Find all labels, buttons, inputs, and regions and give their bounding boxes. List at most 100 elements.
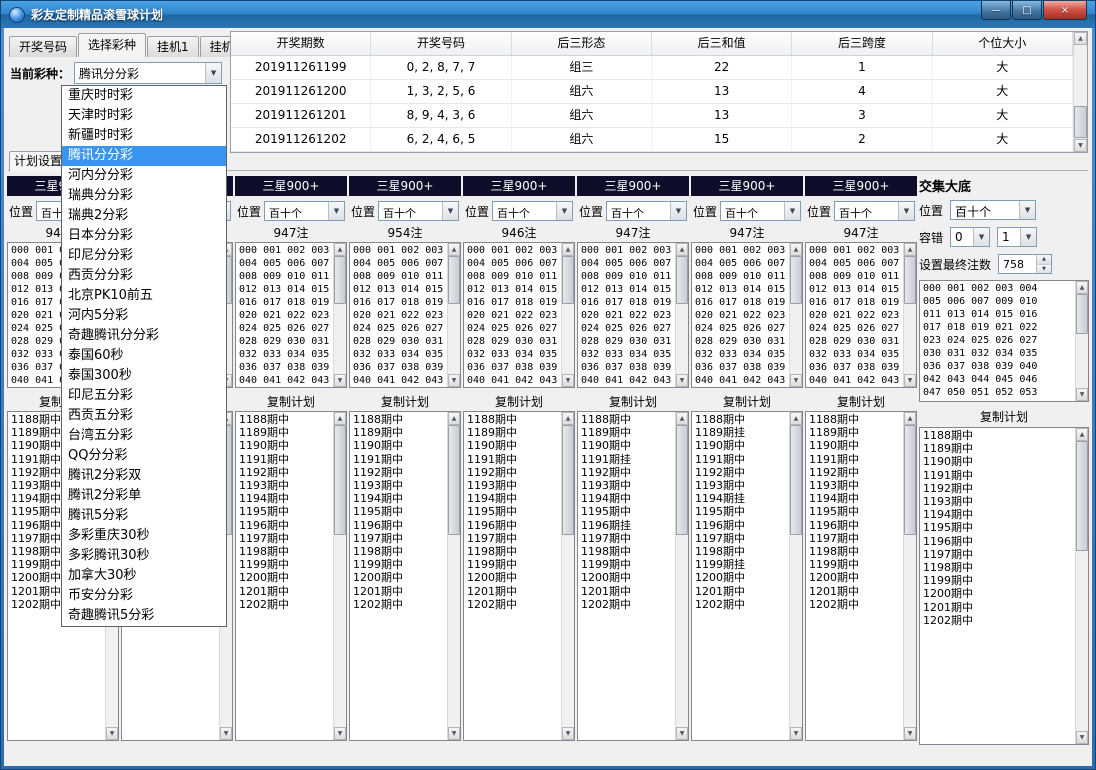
list-item[interactable]: 1202期中 — [923, 614, 1075, 627]
list-item[interactable]: 1189期挂 — [695, 426, 789, 439]
list-item[interactable]: 024 025 026 027 — [581, 322, 675, 335]
list-item[interactable]: 1194期中 — [467, 492, 561, 505]
lottery-option[interactable]: 台湾五分彩 — [62, 426, 226, 446]
list-item[interactable]: 1194期挂 — [695, 492, 789, 505]
list-item[interactable]: 1194期中 — [809, 492, 903, 505]
periods-listbox[interactable]: 1188期中1189期中1190期中1191期中1192期中1193期中1194… — [235, 411, 347, 741]
scroll-up-icon[interactable]: ▲ — [676, 243, 688, 256]
position-combobox[interactable]: 百十个▼ — [606, 201, 687, 221]
lottery-option[interactable]: 瑞典分分彩 — [62, 186, 226, 206]
list-item[interactable]: 032 033 034 035 — [695, 348, 789, 361]
scroll-down-icon[interactable]: ▼ — [334, 727, 346, 740]
list-item[interactable]: 1202期中 — [695, 598, 789, 611]
scrollbar-thumb[interactable] — [334, 256, 346, 304]
list-item[interactable]: 1201期中 — [695, 585, 789, 598]
top-tab[interactable]: 开奖号码 — [9, 36, 77, 57]
position-combobox[interactable]: 百十个 ▼ — [950, 200, 1036, 220]
list-item[interactable]: 000 001 002 003 004 — [923, 282, 1075, 295]
scroll-down-icon[interactable]: ▼ — [904, 374, 916, 387]
title-bar[interactable]: 彩友定制精品滚雪球计划 — [1, 1, 1095, 28]
list-item[interactable]: 040 041 042 043 — [695, 374, 789, 387]
scroll-up-icon[interactable]: ▲ — [676, 412, 688, 425]
scrollbar[interactable]: ▲▼ — [1075, 428, 1088, 744]
list-item[interactable]: 020 021 022 023 — [581, 309, 675, 322]
position-combobox[interactable]: 百十个▼ — [378, 201, 459, 221]
scroll-down-icon[interactable]: ▼ — [790, 374, 802, 387]
list-item[interactable]: 000 001 002 003 — [239, 244, 333, 257]
list-item[interactable]: 032 033 034 035 — [467, 348, 561, 361]
position-combobox[interactable]: 百十个▼ — [492, 201, 573, 221]
list-item[interactable]: 1188期中 — [581, 413, 675, 426]
minimize-button[interactable]: — — [981, 1, 1011, 20]
list-item[interactable]: 024 025 026 027 — [467, 322, 561, 335]
list-item[interactable]: 040 041 042 043 — [353, 374, 447, 387]
scrollbar[interactable]: ▲▼ — [333, 243, 346, 387]
list-item[interactable]: 1200期中 — [809, 571, 903, 584]
lottery-option[interactable]: 印尼分分彩 — [62, 246, 226, 266]
list-item[interactable]: 1202期中 — [239, 598, 333, 611]
list-item[interactable]: 1193期中 — [239, 479, 333, 492]
lottery-option[interactable]: 多彩重庆30秒 — [62, 526, 226, 546]
table-row[interactable]: 2019112612018, 9, 4, 3, 6组六133大 — [231, 104, 1073, 128]
scroll-down-icon[interactable]: ▼ — [790, 727, 802, 740]
periods-listbox[interactable]: 1188期中1189期中1190期中1191期中1192期中1193期中1194… — [463, 411, 575, 741]
list-item[interactable]: 1196期挂 — [581, 519, 675, 532]
list-item[interactable]: 016 017 018 019 — [581, 296, 675, 309]
lottery-option[interactable]: 腾讯2分彩双 — [62, 466, 226, 486]
scrollbar-thumb[interactable] — [676, 256, 688, 304]
list-item[interactable]: 1190期中 — [581, 439, 675, 452]
list-item[interactable]: 008 009 010 011 — [353, 270, 447, 283]
list-item[interactable]: 1202期中 — [353, 598, 447, 611]
lottery-option[interactable]: 泰国60秒 — [62, 346, 226, 366]
intersection-periods-listbox[interactable]: 1188期中1189期中1190期中1191期中1192期中1193期中1194… — [919, 427, 1089, 745]
copy-plan-button[interactable]: 复制计划 — [349, 393, 461, 409]
list-item[interactable]: 036 037 038 039 — [239, 361, 333, 374]
list-item[interactable]: 1189期中 — [353, 426, 447, 439]
tolerance-combobox-max[interactable]: 1 ▼ — [997, 227, 1037, 247]
list-item[interactable]: 000 001 002 003 — [809, 244, 903, 257]
table-row[interactable]: 2019112612026, 2, 4, 6, 5组六152大 — [231, 128, 1073, 152]
lottery-option[interactable]: 西贡分分彩 — [62, 266, 226, 286]
close-button[interactable]: × — [1043, 1, 1087, 20]
lottery-option[interactable]: 加拿大30秒 — [62, 566, 226, 586]
list-item[interactable]: 1192期中 — [239, 466, 333, 479]
periods-listbox[interactable]: 1188期中1189期中1190期中1191期中1192期中1193期中1194… — [805, 411, 917, 741]
list-item[interactable]: 1195期中 — [923, 521, 1075, 534]
scrollbar-thumb[interactable] — [1076, 294, 1088, 334]
list-item[interactable]: 1199期中 — [923, 574, 1075, 587]
top-tab[interactable]: 选择彩种 — [78, 33, 146, 57]
list-item[interactable]: 1190期中 — [353, 439, 447, 452]
scrollbar-thumb[interactable] — [904, 425, 916, 535]
list-item[interactable]: 1201期中 — [353, 585, 447, 598]
list-item[interactable]: 008 009 010 011 — [809, 270, 903, 283]
chevron-down-icon[interactable]: ▼ — [670, 202, 686, 220]
scrollbar[interactable]: ▲▼ — [789, 243, 802, 387]
list-item[interactable]: 1196期中 — [467, 519, 561, 532]
list-item[interactable]: 000 001 002 003 — [353, 244, 447, 257]
copy-plan-button[interactable]: 复制计划 — [235, 393, 347, 409]
list-item[interactable]: 016 017 018 019 — [239, 296, 333, 309]
list-item[interactable]: 1193期中 — [809, 479, 903, 492]
list-item[interactable]: 1202期中 — [467, 598, 561, 611]
scroll-down-icon[interactable]: ▼ — [334, 374, 346, 387]
list-item[interactable]: 036 037 038 039 — [695, 361, 789, 374]
list-item[interactable]: 1188期中 — [467, 413, 561, 426]
list-item[interactable]: 1194期中 — [923, 508, 1075, 521]
list-item[interactable]: 1199期中 — [239, 558, 333, 571]
scroll-down-icon[interactable]: ▼ — [676, 374, 688, 387]
list-item[interactable]: 1191期中 — [809, 453, 903, 466]
list-item[interactable]: 1202期中 — [809, 598, 903, 611]
list-item[interactable]: 042 043 044 045 046 — [923, 373, 1075, 386]
list-item[interactable]: 012 013 014 015 — [467, 283, 561, 296]
scrollbar[interactable]: ▲▼ — [789, 412, 802, 740]
scroll-down-icon[interactable]: ▼ — [904, 727, 916, 740]
list-item[interactable]: 024 025 026 027 — [239, 322, 333, 335]
list-item[interactable]: 1196期中 — [809, 519, 903, 532]
position-combobox[interactable]: 百十个▼ — [720, 201, 801, 221]
scrollbar-thumb[interactable] — [790, 256, 802, 304]
scroll-down-icon[interactable]: ▼ — [562, 727, 574, 740]
scroll-up-icon[interactable]: ▲ — [562, 412, 574, 425]
scrollbar[interactable]: ▲▼ — [447, 412, 460, 740]
list-item[interactable]: 036 037 038 039 040 — [923, 360, 1075, 373]
scroll-up-icon[interactable]: ▲ — [334, 412, 346, 425]
